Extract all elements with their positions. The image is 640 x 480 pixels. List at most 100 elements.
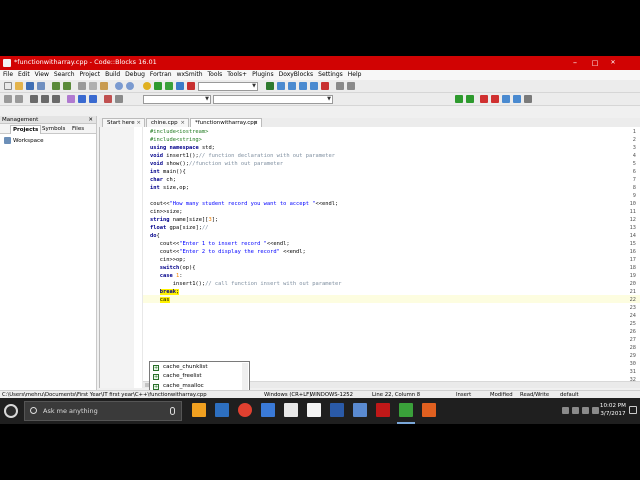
keyboard-icon[interactable] [592,407,599,414]
debug-continue-icon[interactable] [455,95,463,103]
menu-tools[interactable]: Tools [205,70,225,80]
close-button[interactable]: ✕ [604,56,622,70]
copy-icon[interactable] [89,82,97,90]
debug-step-icon[interactable] [466,95,474,103]
run-icon[interactable] [154,82,162,90]
find-prev-icon[interactable] [513,95,521,103]
code-line[interactable]: #include<string> [150,136,202,144]
next-bookmark-icon[interactable] [52,95,60,103]
code-line[interactable]: insert1();// call function insert with o… [150,280,342,288]
paste-icon[interactable] [100,82,108,90]
redo-icon[interactable] [63,82,71,90]
code-line[interactable]: cout<<"How many student record you want … [150,200,338,208]
code-line[interactable]: cin>>size; [150,208,182,216]
menu-project[interactable]: Project [77,70,103,80]
breakpoint-icon[interactable] [480,95,488,103]
uncomment-icon[interactable] [15,95,23,103]
start-icon[interactable] [4,404,18,418]
jump-back-icon[interactable] [78,95,86,103]
prev-bookmark-icon[interactable] [41,95,49,103]
find-next-icon[interactable] [502,95,510,103]
code-line[interactable]: case 1: [150,272,183,280]
step-into-icon[interactable] [299,82,307,90]
tab-symbols[interactable]: Symbols [40,125,67,134]
highlight-icon[interactable] [67,95,75,103]
code-line[interactable]: switch(op){ [150,264,196,272]
symbol-combo[interactable]: ▼ [213,95,333,104]
code-editor[interactable]: 1 2 3 4 5 6 7 8 9 10 11 12 13 14 15 16 17 18 19 20 21 22 23 24 2… [99,127,640,388]
pdf-reader-icon[interactable] [376,403,390,417]
abort-icon[interactable] [187,82,195,90]
code-line[interactable]: void insert1();// function declaration w… [150,152,335,160]
code-line[interactable]: do{ [150,232,160,240]
notification-icon[interactable] [629,406,637,414]
tab-start-here[interactable]: Start here × [102,118,145,127]
code-line[interactable]: float gpa[size];// [150,224,208,232]
search-options-icon[interactable] [524,95,532,103]
menu-help[interactable]: Help [345,70,364,80]
code-line[interactable]: string name[size][3]; [150,216,218,224]
microphone-icon[interactable] [170,407,175,415]
next-line-icon[interactable] [288,82,296,90]
scope-combo[interactable]: ▼ [143,95,211,104]
menu-search[interactable]: Search [51,70,77,80]
network-icon[interactable] [572,407,579,414]
remove-breakpoint-icon[interactable] [491,95,499,103]
step-out-icon[interactable] [310,82,318,90]
rebuild-icon[interactable] [176,82,184,90]
system-clock[interactable]: 10:02 PM 3/7/2017 [600,402,626,418]
volume-icon[interactable] [582,407,589,414]
store-icon[interactable] [261,403,275,417]
settings-icon[interactable] [115,95,123,103]
open-icon[interactable] [15,82,23,90]
autocomplete-item[interactable]: + cache_chunklist [152,363,241,372]
run-to-cursor-icon[interactable] [277,82,285,90]
code-line[interactable]: cout<<"Enter 2 to display the record" <<… [150,248,306,256]
stop-debug-icon[interactable] [321,82,329,90]
tray-up-icon[interactable] [562,407,569,414]
replace-icon[interactable] [126,82,134,90]
autocomplete-item[interactable]: + cache_freelist [152,372,241,381]
media-icon[interactable] [307,403,321,417]
debug-info-icon[interactable] [347,82,355,90]
find-icon[interactable] [115,82,123,90]
menu-view[interactable]: View [32,70,51,80]
menu-build[interactable]: Build [103,70,123,80]
app-cube-icon[interactable] [353,403,367,417]
code-line[interactable]: int size,op; [150,184,189,192]
debug-icon[interactable] [266,82,274,90]
code-line[interactable]: int main(){ [150,168,186,176]
code-line[interactable]: break; [150,288,180,296]
build-icon[interactable] [143,82,151,90]
save-icon[interactable] [26,82,34,90]
cortana-search-box[interactable]: Ask me anything [24,401,182,421]
tab-files[interactable]: Files [70,125,86,134]
code-line[interactable]: char ch; [150,176,176,184]
menu-doxyblocks[interactable]: DoxyBlocks [276,70,316,80]
code-line[interactable]: void show();//function with out paramete… [150,160,283,168]
chrome-icon[interactable] [238,403,252,417]
fold-margin[interactable] [134,127,143,388]
menu-file[interactable]: File [0,70,16,80]
menu-debug[interactable]: Debug [123,70,148,80]
undo-icon[interactable] [52,82,60,90]
code-line[interactable]: #include<iostream> [150,128,208,136]
minimize-button[interactable]: – [566,56,584,70]
file-explorer-icon[interactable] [192,403,206,417]
menu-fortran[interactable]: Fortran [147,70,174,80]
build-run-icon[interactable] [165,82,173,90]
new-file-icon[interactable] [4,82,12,90]
abort-search-icon[interactable] [104,95,112,103]
jump-forward-icon[interactable] [89,95,97,103]
code-line[interactable]: cout<<"Enter 1 to insert record "<<endl; [150,240,290,248]
tab-functionwitharray-cpp[interactable]: *functionwitharray.cpp × [190,118,262,127]
menu-wxsmith[interactable]: wxSmith [174,70,205,80]
comment-icon[interactable] [4,95,12,103]
code-line[interactable]: using namespace std; [150,144,215,152]
menu-settings[interactable]: Settings [316,70,346,80]
save-all-icon[interactable] [37,82,45,90]
word-icon[interactable] [330,403,344,417]
codeblocks-task-icon[interactable] [399,403,413,417]
workspace-node[interactable]: Workspace [0,136,96,146]
tab-projects[interactable]: Projects [10,125,42,134]
